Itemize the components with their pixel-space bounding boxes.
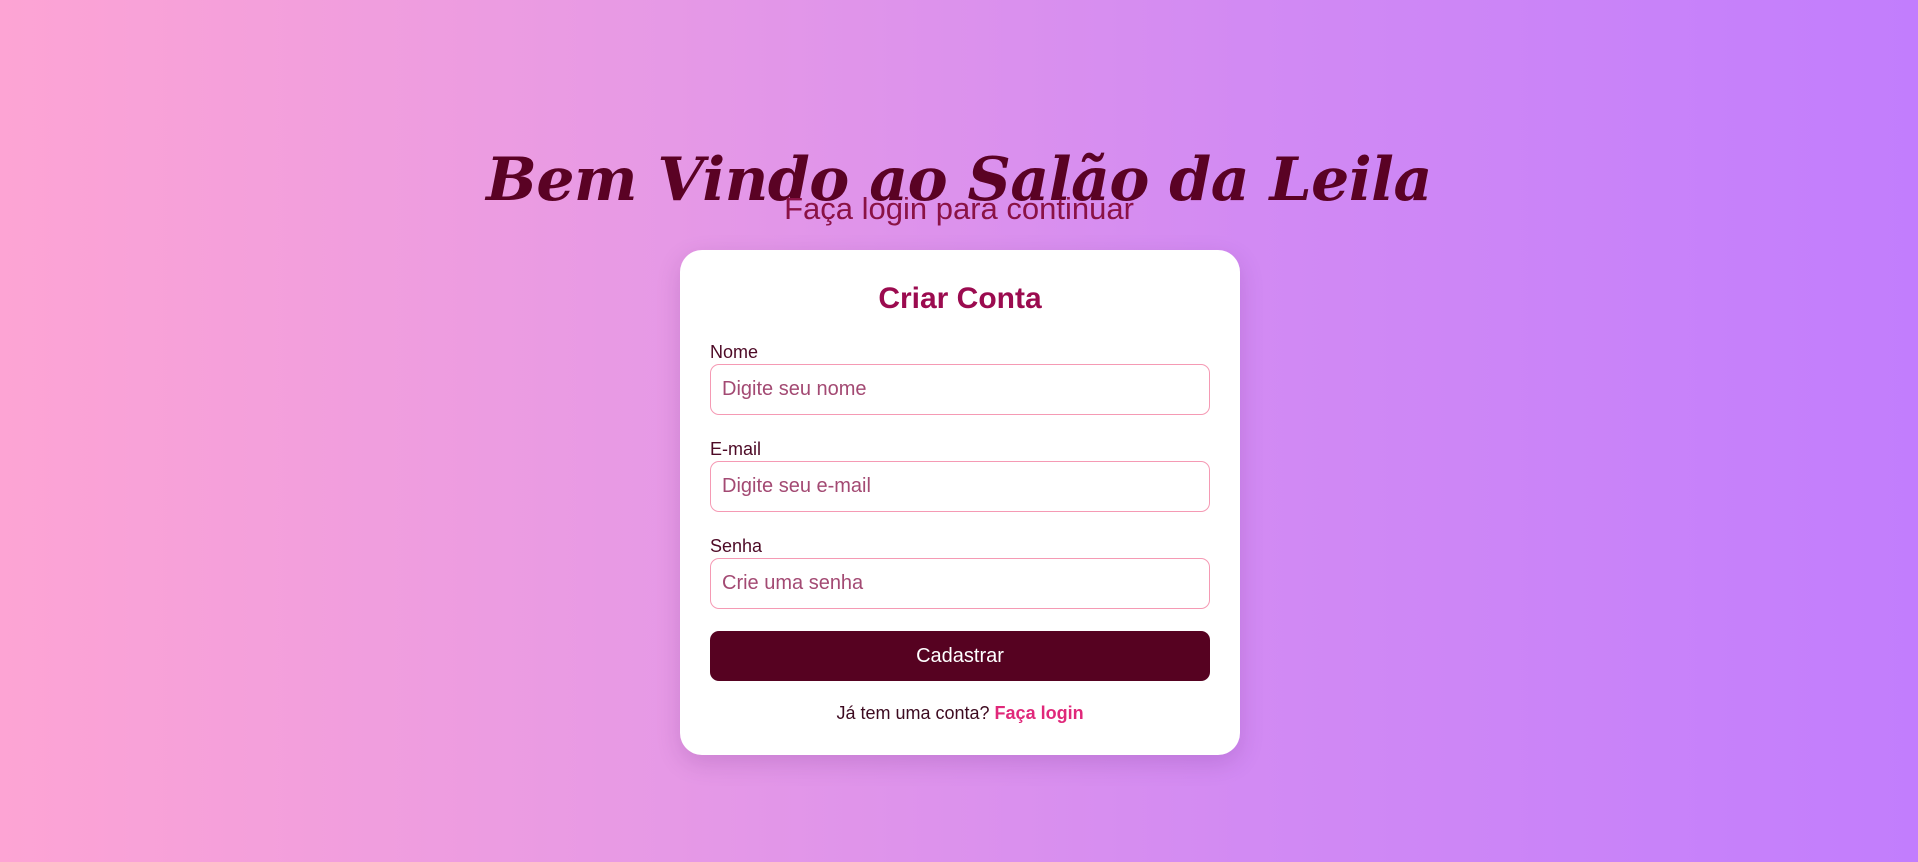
password-input[interactable] xyxy=(710,558,1210,609)
card-title: Criar Conta xyxy=(878,282,1042,315)
name-label: Nome xyxy=(710,342,759,362)
email-label: E-mail xyxy=(710,439,762,459)
login-prompt-text: Já tem uma conta? xyxy=(836,703,990,723)
password-label: Senha xyxy=(710,536,763,556)
signup-button[interactable]: Cadastrar xyxy=(710,631,1210,681)
page-subtitle: Faça login para continuar xyxy=(784,191,1134,226)
signup-card: Criar Conta Nome E-mail Senha Cadastrar … xyxy=(680,250,1240,755)
login-link[interactable]: Faça login xyxy=(995,703,1084,723)
login-prompt: Já tem uma conta? Faça login xyxy=(680,701,1240,725)
email-input[interactable] xyxy=(710,461,1210,512)
name-input[interactable] xyxy=(710,364,1210,415)
